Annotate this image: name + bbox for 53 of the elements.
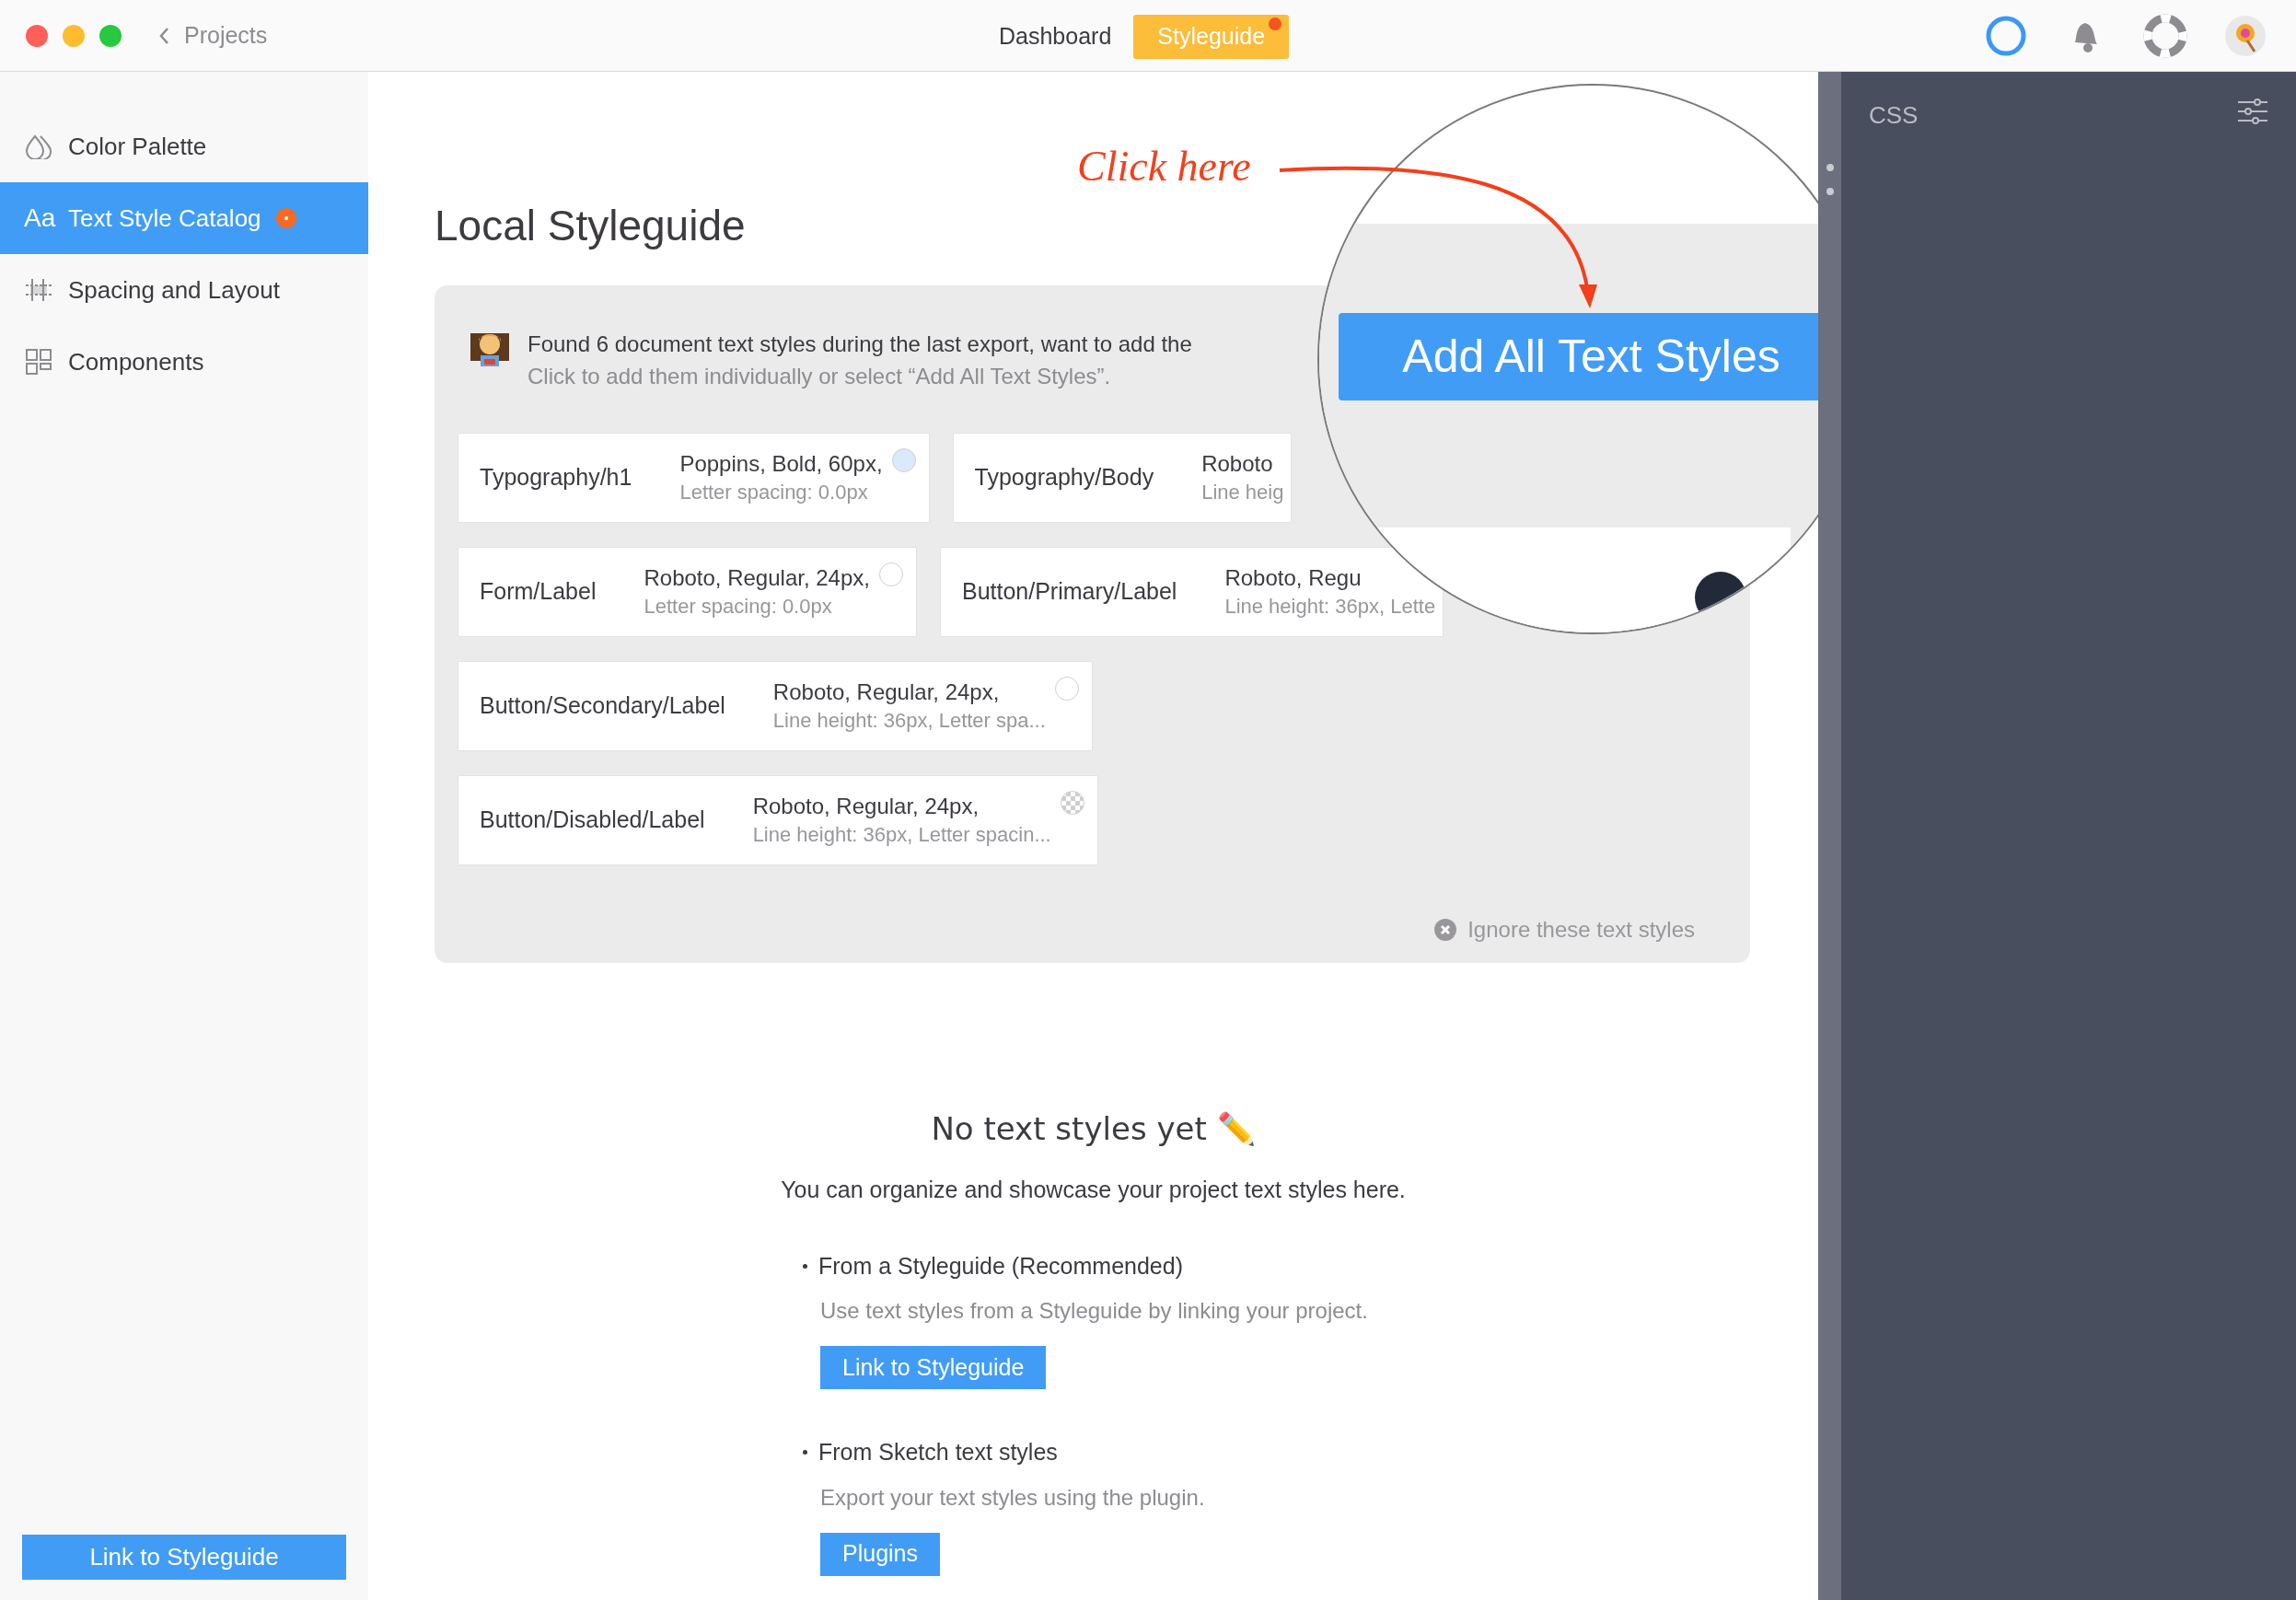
chevron-left-icon [158,26,169,45]
help-icon[interactable] [2143,13,2187,58]
text-style-card[interactable]: Form/Label Roboto, Regular, 24px, Letter spacing: 0.0px [458,547,917,637]
style-font: Roboto, Regular, 24px, [644,564,870,592]
style-metrics: Line height: 36px, Lette [1224,594,1436,620]
panel-title: CSS [1869,100,1919,131]
ring-icon[interactable] [1985,14,2027,57]
text-style-card[interactable]: Button/Secondary/Label Roboto, Regular, 24px, Line height: 36px, Letter spa... [458,661,1093,751]
notice-title: Found 6 document text styles during the last export, want to add the [528,330,1192,358]
sidebar-item[interactable]: Color Palette [0,110,368,182]
maximize-window-button[interactable] [99,24,122,47]
style-metrics: Line height: 36px, Letter spacin... [752,822,1051,848]
drops-icon [25,133,52,159]
notice-subtitle: Click to add them individually or select “Add All Text Styles”. [528,363,1112,390]
click-here-annotation: Click here [1077,145,1251,188]
style-metrics: Letter spacing: 0.0px [644,594,833,620]
style-metrics: Line height: 36px, Letter spa... [772,708,1046,734]
option-title: From a Styleguide (Recommended) [818,1251,1183,1281]
empty-state-title: No text styles yet ✏ [931,1109,1256,1149]
empty-state-text: You can organize and showcase your project text styles here. [781,1176,1406,1204]
text-style-card[interactable]: Button/Disabled/Label Roboto, Regular, 24px, Line height: 36px, Letter spacin... [458,775,1098,865]
option-title: From Sketch text styles [818,1438,1058,1467]
style-font: Roboto [1201,450,1274,478]
style-font: Roboto, Regu [1224,564,1363,592]
style-font: Roboto, Regular, 24px, [752,793,980,820]
grid-icon [26,349,52,375]
sidebar-item[interactable]: Spacing and Layout [0,254,368,326]
close-circle-icon[interactable] [1434,919,1457,941]
style-name: Typography/h1 [480,463,632,493]
bullet [803,1450,807,1455]
bullet [803,1263,807,1269]
spacing-icon [25,278,52,302]
style-font: Poppins, Bold, 60px, [679,450,883,478]
option-description: Use text styles from a Styleguide by linking your project. [820,1297,1368,1325]
style-metrics: Letter spacing: 0.0px [679,480,869,505]
text-style-card[interactable]: Button/Primary/Label Roboto, Regu Line height: 36px, Lette [939,547,1444,637]
style-name: Button/Secondary/Label [480,691,725,721]
page-title: Local Styleguide [435,201,746,251]
text-style-card[interactable]: Typography/Body Roboto Line heig [952,433,1293,523]
settings-icon[interactable] [2237,98,2268,125]
style-name: Form/Label [480,577,597,607]
option-description: Export your text styles using the plugin. [820,1483,1205,1512]
sidebar-item[interactable]: Components [0,326,368,398]
style-name: Typography/Body [974,463,1154,493]
style-font: Roboto, Regular, 24px, [772,678,1001,706]
style-name: Button/Disabled/Label [480,806,705,835]
avatar-icon[interactable] [2224,14,2267,57]
minimize-window-button[interactable] [63,24,85,47]
nav-tab[interactable]: Dashboard [999,15,1112,59]
close-window-button[interactable] [26,24,48,47]
style-metrics: Line heig [1201,480,1284,505]
style-name: Button/Primary/Label [961,577,1177,607]
text-style-card[interactable]: Typography/h1 Poppins, Bold, 60px, Letter spacing: 0.0px [458,433,930,523]
